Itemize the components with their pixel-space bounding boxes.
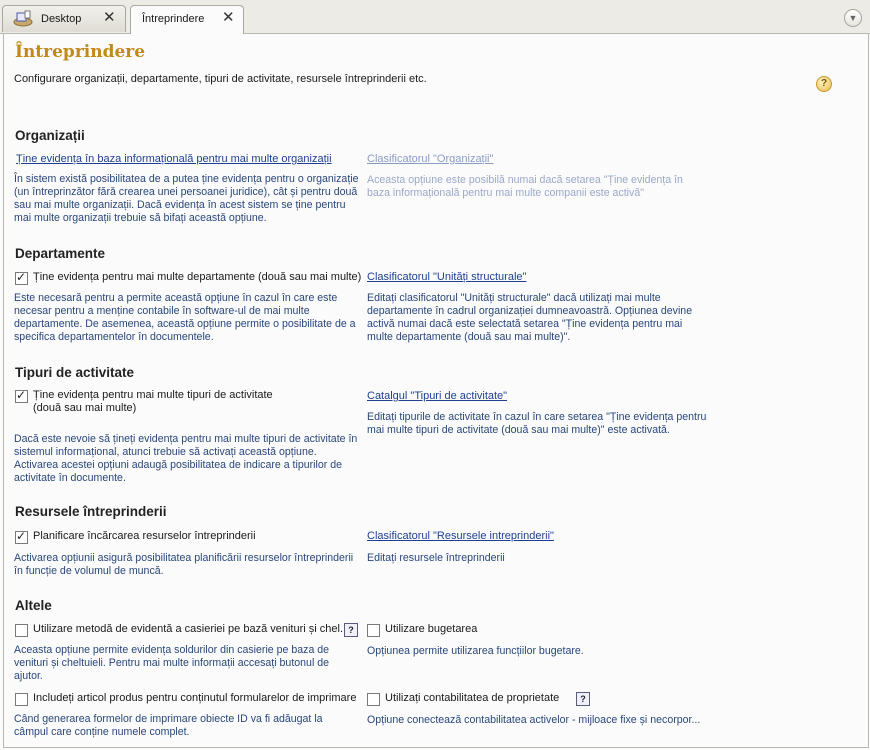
- desktop-icon: [13, 10, 33, 27]
- cash-income-expense-label: Utilizare metodă de evidentă a casieriei…: [33, 623, 350, 635]
- cash-income-expense-checkbox[interactable]: Utilizare metodă de evidentă a casieriei…: [15, 623, 349, 637]
- page-description: Configurare organizații, departamente, t…: [14, 73, 427, 85]
- section-resurse: Resursele întreprinderii: [15, 504, 167, 519]
- activity-types-description: Dacă este nevoie să țineți evidența pent…: [14, 433, 358, 484]
- tab-desktop[interactable]: Desktop ✕: [2, 5, 126, 32]
- property-accounting-label: Utilizați contabilitatea de proprietate: [385, 692, 560, 704]
- checkbox-box[interactable]: [15, 388, 28, 403]
- multiple-organizations-link[interactable]: Ține evidența în baza informațională pen…: [16, 153, 332, 165]
- resource-planning-description: Activarea opțiunii asigură posibilitatea…: [14, 552, 354, 577]
- help-icon[interactable]: ?: [816, 76, 832, 92]
- organizations-classifier-description: Aceasta opțiune este posibilă numai dacă…: [367, 174, 683, 199]
- tab-intreprindere-label: Întreprindere: [142, 13, 205, 25]
- main-panel: Întreprindere Configurare organizații, d…: [3, 34, 869, 748]
- departments-description: Este necesară pentru a permite această o…: [14, 292, 356, 343]
- multiple-activity-types-label: Ține evidența pentru mai multe tipuri de…: [33, 389, 273, 415]
- chevron-down-icon[interactable]: ▼: [844, 9, 862, 27]
- tab-bar: Desktop ✕ Întreprindere ✕ ▼: [0, 0, 870, 34]
- print-forms-article-checkbox[interactable]: Includeți articol produs pentru conținut…: [15, 692, 356, 706]
- checkbox-label-line2: (două sau mai multe): [33, 402, 137, 414]
- multiple-departments-checkbox[interactable]: Ține evidența pentru mai multe departame…: [15, 270, 362, 285]
- tab-intreprindere[interactable]: Întreprindere ✕: [130, 5, 244, 34]
- structural-units-classifier-link[interactable]: Clasificatorul "Unități structurale": [367, 271, 526, 283]
- section-departamente: Departamente: [15, 246, 106, 261]
- section-organizatii: Organizații: [15, 128, 85, 143]
- section-altele: Altele: [15, 598, 52, 613]
- checkbox-box[interactable]: [367, 624, 380, 637]
- budgeting-description: Opțiunea permite utilizarea funcțiilor b…: [367, 645, 584, 657]
- checkbox-box[interactable]: [15, 270, 28, 285]
- close-icon[interactable]: ✕: [222, 10, 235, 26]
- help-button[interactable]: ?: [344, 623, 358, 637]
- checkbox-box[interactable]: [15, 624, 28, 637]
- resources-classifier-link[interactable]: Clasificatorul "Resursele intreprinderii…: [367, 530, 554, 542]
- activity-types-catalog-description: Editați tipurile de activitate în cazul …: [367, 411, 707, 436]
- checkbox-box[interactable]: [15, 529, 28, 544]
- structural-units-description: Editați clasificatorul "Unități structur…: [367, 292, 693, 343]
- checkbox-label-line1: Ține evidența pentru mai multe tipuri de…: [33, 389, 273, 401]
- print-forms-article-label: Includeți articol produs pentru conținut…: [33, 692, 357, 704]
- multiple-departments-label: Ține evidența pentru mai multe departame…: [33, 271, 362, 283]
- cash-income-expense-description: Aceasta opțiune permite evidența solduri…: [14, 644, 330, 682]
- checkbox-box[interactable]: [15, 693, 28, 706]
- print-forms-article-description: Când generarea formelor de imprimare obi…: [14, 713, 323, 738]
- resource-planning-label: Planificare încărcarea resurselor întrep…: [33, 530, 256, 542]
- help-button[interactable]: ?: [576, 692, 590, 706]
- checkbox-box[interactable]: [367, 693, 380, 706]
- property-accounting-description: Opțiune conectează contabilitatea active…: [367, 714, 701, 726]
- budgeting-label: Utilizare bugetarea: [385, 623, 478, 635]
- budgeting-checkbox[interactable]: Utilizare bugetarea: [367, 623, 477, 637]
- tab-desktop-label: Desktop: [41, 13, 82, 25]
- activity-types-catalog-link[interactable]: Catalgul "Tipuri de activitate": [367, 390, 507, 402]
- resources-classifier-description: Editați resursele întreprinderii: [367, 552, 505, 564]
- page-title: Întreprindere: [15, 42, 146, 62]
- close-icon[interactable]: ✕: [103, 10, 116, 26]
- multiple-activity-types-checkbox[interactable]: Ține evidența pentru mai multe tipuri de…: [15, 388, 273, 415]
- property-accounting-checkbox[interactable]: Utilizați contabilitatea de proprietate: [367, 692, 559, 706]
- resource-planning-checkbox[interactable]: Planificare încărcarea resurselor întrep…: [15, 529, 256, 544]
- organizations-description: În sistem există posibilitatea de a pute…: [14, 173, 359, 224]
- organizations-classifier-link[interactable]: Clasificatorul "Organizații": [367, 153, 493, 165]
- section-tipuri-activitate: Tipuri de activitate: [15, 365, 135, 380]
